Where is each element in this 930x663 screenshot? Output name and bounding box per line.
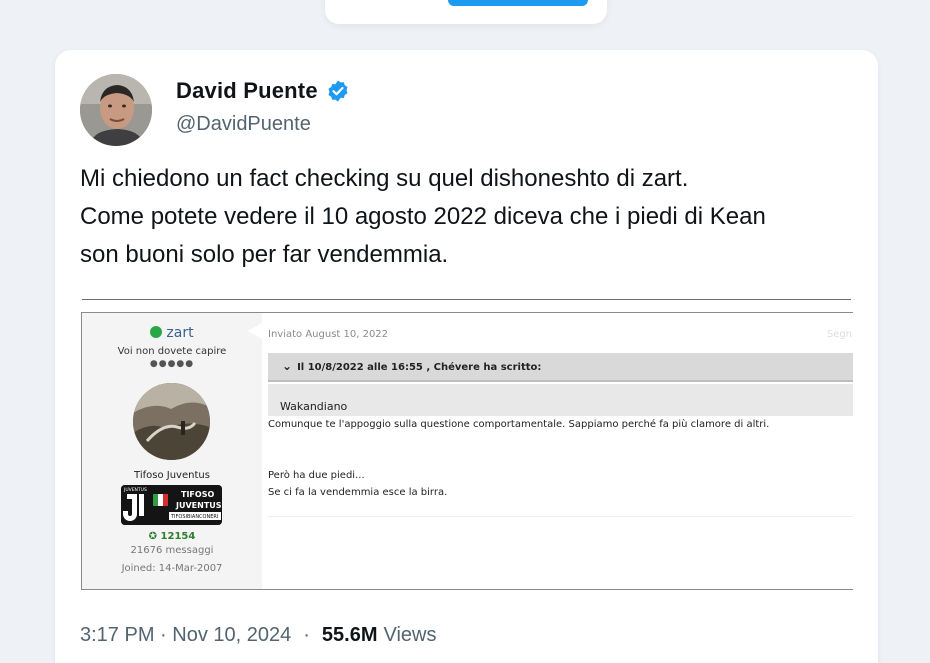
forum-post: Inviato August 10, 2022 Segn ⌄ Il 10/8/20…: [268, 313, 853, 589]
reputation-count: ✪ 12154: [148, 531, 196, 542]
tweet-line: Mi chiedono un fact checking su quel dis…: [80, 165, 689, 192]
online-status-icon: [150, 326, 163, 338]
chevron-down-icon: ⌄: [282, 359, 293, 373]
tweet-line: Come potete vedere il 10 agosto 2022 dic…: [80, 203, 766, 230]
avatar[interactable]: [80, 74, 152, 146]
views-count: 55.6M: [321, 624, 378, 646]
join-date: Joined: 14-Mar-2007: [121, 563, 223, 574]
author-handle[interactable]: @DavidPuente: [176, 113, 311, 136]
forum-profile-panel: zart Voi non dovete capire ●●●●● Tifoso …: [82, 313, 262, 589]
profile-notch: [248, 323, 262, 339]
post-line: Comunque te l'appoggio sulla questione c…: [268, 419, 770, 430]
post-line: Se ci fa la vendemmia esce la birra.: [268, 487, 448, 498]
quote-header-text: Il 10/8/2022 alle 16:55 , Chévere ha scr…: [297, 362, 542, 373]
juventus-fan-badge: JUVENTUS TIFOSO JUVENTUS TIFOSIBIANCONER…: [121, 485, 222, 525]
views-label: Views: [383, 624, 437, 646]
quote-body: Wakandiano: [268, 384, 853, 416]
divider: [82, 299, 851, 300]
rating-stars-icon: ●●●●●: [149, 359, 195, 369]
forum-rank: Tifoso Juventus: [134, 470, 210, 481]
post-date: Inviato August 10, 2022: [268, 329, 389, 340]
message-count: 21676 messaggi: [130, 545, 214, 556]
tweet-timestamp[interactable]: 3:17 PM · Nov 10, 2024: [80, 624, 291, 647]
post-report-link: Segn: [826, 329, 852, 340]
badge-line2: JUVENTUS: [175, 501, 222, 510]
author-name-row: David Puente: [176, 78, 350, 104]
tweet-text: Mi chiedono un fact checking su quel dis…: [80, 160, 850, 274]
post-line: Però ha due piedi...: [268, 470, 365, 481]
badge-line3: TIFOSIBIANCONERI: [170, 514, 218, 520]
forum-username: zart: [82, 325, 262, 341]
forum-screenshot[interactable]: zart Voi non dovete capire ●●●●● Tifoso …: [81, 312, 853, 590]
post-divider: [268, 516, 853, 517]
popup-button[interactable]: [448, 0, 588, 6]
forum-avatar: [133, 383, 210, 460]
top-popup: [325, 0, 607, 24]
tweet-line: son buoni solo per far vendemmia.: [80, 241, 449, 268]
tweet-card: David Puente @DavidPuente Mi chiedono un…: [55, 50, 878, 663]
badge-small-text: JUVENTUS: [123, 487, 147, 493]
tweet-footer: 3:17 PM · Nov 10, 2024 · 55.6M Views: [80, 624, 437, 647]
badge-line1: TIFOSO: [181, 490, 214, 499]
forum-motto: Voi non dovete capire: [117, 346, 227, 357]
verified-badge-icon: [328, 80, 348, 102]
forum-username-text: zart: [166, 325, 194, 341]
author-name[interactable]: David Puente: [176, 78, 318, 104]
quote-header: ⌄ Il 10/8/2022 alle 16:55 , Chévere ha sc…: [268, 353, 853, 382]
footer-separator: ·: [303, 624, 310, 646]
